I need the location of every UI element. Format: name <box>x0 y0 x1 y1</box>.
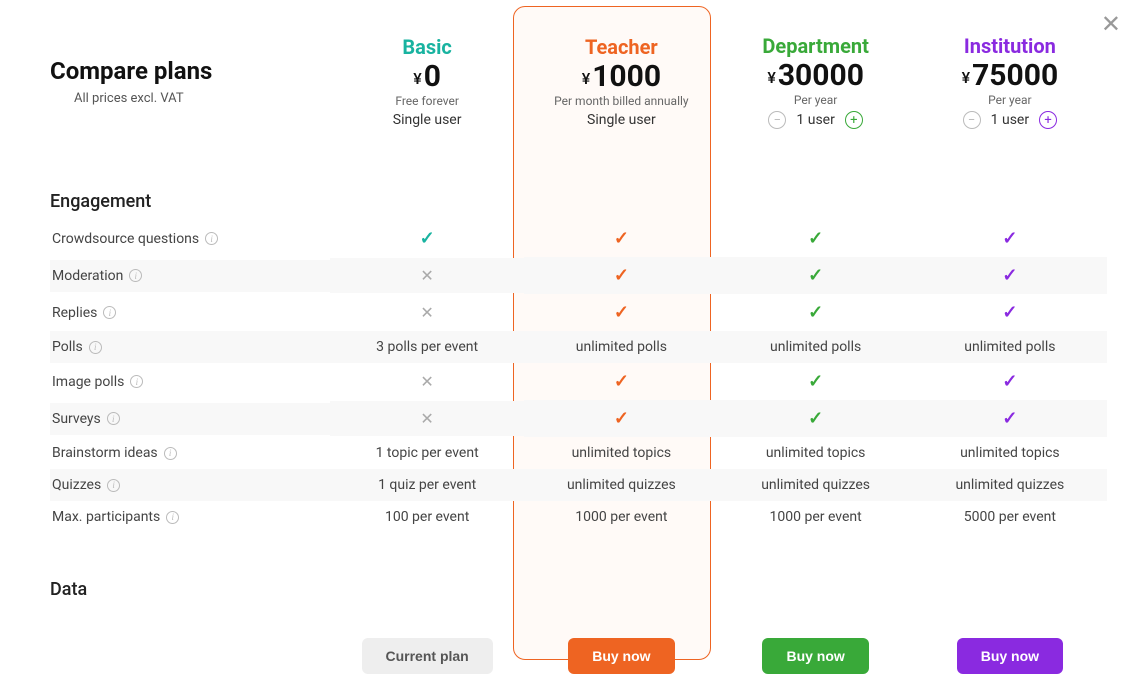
feature-value: unlimited quizzes <box>567 477 676 493</box>
page-title: Compare plans <box>50 57 330 85</box>
feature-value: 100 per event <box>385 509 469 525</box>
check-icon: ✓ <box>1002 228 1017 249</box>
info-icon[interactable]: i <box>107 479 120 492</box>
dept-users: 1 user <box>796 112 834 128</box>
check-icon: ✓ <box>614 371 629 392</box>
price-department: 30000 <box>778 58 864 93</box>
info-icon[interactable]: i <box>107 412 120 425</box>
institution-buy-button[interactable]: Buy now <box>957 638 1063 674</box>
info-icon[interactable]: i <box>103 306 116 319</box>
x-icon: ✕ <box>420 409 433 428</box>
feature-label: Polls <box>52 339 83 355</box>
plan-name-basic: Basic <box>330 35 524 59</box>
info-icon[interactable]: i <box>129 269 142 282</box>
price-institution: 75000 <box>972 58 1058 93</box>
plan-name-teacher: Teacher <box>524 35 718 59</box>
check-icon: ✓ <box>420 228 435 249</box>
info-icon[interactable]: i <box>130 375 143 388</box>
feature-label: Surveys <box>52 411 101 427</box>
feature-label: Image polls <box>52 374 124 390</box>
check-icon: ✓ <box>808 228 823 249</box>
feature-value: 1000 per event <box>770 509 862 525</box>
x-icon: ✕ <box>420 266 433 285</box>
check-icon: ✓ <box>1002 265 1017 286</box>
currency: ¥ <box>413 69 422 88</box>
plan-name-institution: Institution <box>913 34 1107 58</box>
inst-users: 1 user <box>991 112 1029 128</box>
info-icon[interactable]: i <box>164 447 177 460</box>
feature-value: 1000 per event <box>575 509 667 525</box>
dept-users-plus[interactable]: + <box>845 111 863 129</box>
check-icon: ✓ <box>1002 371 1017 392</box>
check-icon: ✓ <box>614 302 629 323</box>
check-icon: ✓ <box>1002 302 1017 323</box>
feature-value: unlimited polls <box>770 339 861 355</box>
meta-institution-1: Per year <box>913 93 1107 107</box>
info-icon[interactable]: i <box>166 511 179 524</box>
info-icon[interactable]: i <box>89 341 102 354</box>
feature-value: unlimited topics <box>572 445 672 461</box>
meta-department-1: Per year <box>719 93 913 107</box>
basic-current-plan-button[interactable]: Current plan <box>362 638 493 674</box>
section-data: Data <box>50 569 1107 608</box>
feature-value: unlimited topics <box>960 445 1060 461</box>
feature-label: Brainstorm ideas <box>52 445 158 461</box>
meta-teacher-1: Per month billed annually <box>524 94 718 108</box>
department-buy-button[interactable]: Buy now <box>762 638 868 674</box>
section-engagement: Engagement <box>50 181 1107 220</box>
currency: ¥ <box>962 68 971 87</box>
feature-label: Max. participants <box>52 509 160 525</box>
feature-value: 1 quiz per event <box>378 477 476 493</box>
feature-label: Crowdsource questions <box>52 231 199 247</box>
check-icon: ✓ <box>614 265 629 286</box>
check-icon: ✓ <box>808 408 823 429</box>
feature-value: unlimited quizzes <box>955 477 1064 493</box>
check-icon: ✓ <box>808 371 823 392</box>
check-icon: ✓ <box>808 302 823 323</box>
teacher-buy-button[interactable]: Buy now <box>568 638 674 674</box>
feature-value: unlimited quizzes <box>761 477 870 493</box>
subtitle: All prices excl. VAT <box>74 91 330 106</box>
feature-label: Replies <box>52 305 97 321</box>
inst-users-plus[interactable]: + <box>1039 111 1057 129</box>
dept-users-minus[interactable]: − <box>768 111 786 129</box>
feature-value: unlimited polls <box>576 339 667 355</box>
feature-value: 1 topic per event <box>376 445 479 461</box>
feature-value: 5000 per event <box>964 509 1056 525</box>
check-icon: ✓ <box>808 265 823 286</box>
x-icon: ✕ <box>420 303 433 322</box>
currency: ¥ <box>767 68 776 87</box>
meta-basic-1: Free forever <box>330 94 524 108</box>
x-icon: ✕ <box>420 372 433 391</box>
check-icon: ✓ <box>614 228 629 249</box>
meta-basic-2: Single user <box>330 112 524 128</box>
check-icon: ✓ <box>614 408 629 429</box>
check-icon: ✓ <box>1002 408 1017 429</box>
currency: ¥ <box>582 69 591 88</box>
meta-teacher-2: Single user <box>524 112 718 128</box>
feature-value: unlimited polls <box>964 339 1055 355</box>
feature-value: unlimited topics <box>766 445 866 461</box>
feature-label: Moderation <box>52 268 123 284</box>
feature-label: Quizzes <box>52 477 101 493</box>
plan-name-department: Department <box>719 34 913 58</box>
inst-users-minus[interactable]: − <box>963 111 981 129</box>
info-icon[interactable]: i <box>205 232 218 245</box>
price-teacher: 1000 <box>592 59 661 94</box>
price-basic: 0 <box>424 59 441 94</box>
feature-value: 3 polls per event <box>376 339 478 355</box>
